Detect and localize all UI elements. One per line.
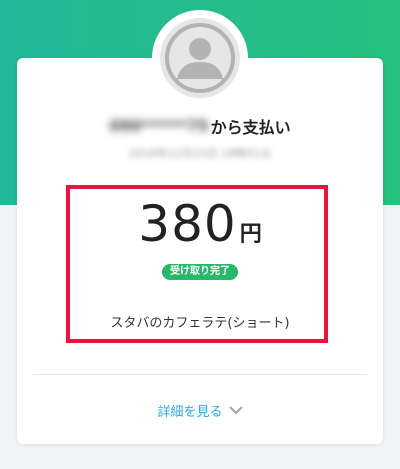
avatar	[152, 10, 248, 106]
payer-line: 090******75 から支払い	[0, 114, 400, 138]
timestamp: 2018年12月15日 18時01分	[128, 147, 272, 160]
payer-name: 090******75	[109, 117, 209, 135]
details-label: 詳細を見る	[157, 404, 223, 420]
person-icon	[160, 18, 240, 98]
chevron-down-icon	[228, 405, 243, 415]
payer-suffix: から支払い	[210, 118, 291, 137]
status-badge: 受け取り完了	[162, 264, 238, 280]
divider	[34, 374, 366, 375]
timestamp-line: 2018年12月15日 18時01分	[0, 144, 400, 162]
payment-memo: スタバのカフェラテ(ショート)	[110, 316, 290, 331]
amount-value: 380	[138, 195, 237, 253]
amount: 380 円	[0, 195, 400, 255]
details-link[interactable]: 詳細を見る	[0, 399, 400, 421]
currency-unit: 円	[239, 222, 262, 247]
